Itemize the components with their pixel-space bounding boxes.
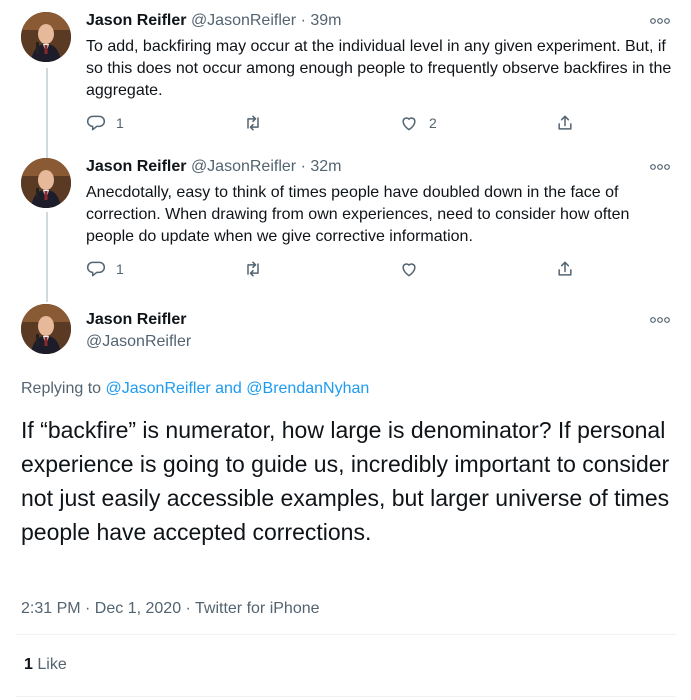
mention-link[interactable]: @BrendanNyhan xyxy=(246,380,369,397)
heart-icon xyxy=(402,117,416,131)
replying-to: Replying to @JasonReifler and @BrendanNy… xyxy=(21,380,369,398)
likes-label: Like xyxy=(37,656,67,673)
share-icon xyxy=(558,261,572,276)
thread-tweet-2[interactable]: Jason Reifler @JasonReifler · 32m Anecdo… xyxy=(0,158,691,288)
retweet-button[interactable] xyxy=(243,259,273,279)
tweet-actions: 1 2 xyxy=(86,113,586,135)
more-options-icon[interactable] xyxy=(650,163,670,171)
author-handle[interactable]: @JasonReifler xyxy=(191,12,296,29)
share-button[interactable] xyxy=(555,259,575,279)
more-options-icon[interactable] xyxy=(650,17,670,25)
reply-count: 1 xyxy=(116,261,124,277)
avatar-image xyxy=(21,158,71,208)
share-icon xyxy=(558,115,572,130)
avatar[interactable] xyxy=(21,304,71,354)
replying-and[interactable]: and xyxy=(215,380,242,397)
share-button[interactable] xyxy=(555,113,575,133)
reply-count: 1 xyxy=(116,115,124,131)
like-button[interactable]: 2 xyxy=(399,113,437,133)
tweet-time[interactable]: · 32m xyxy=(301,158,342,175)
reply-icon xyxy=(86,115,106,131)
author-name[interactable]: Jason Reifler xyxy=(86,311,186,329)
tweet-text: Anecdotally, easy to think of times peop… xyxy=(86,184,630,245)
mention-link[interactable]: @JasonReifler xyxy=(106,380,211,397)
divider xyxy=(16,696,676,697)
likes-summary[interactable]: 1 Like xyxy=(24,656,67,674)
like-button[interactable] xyxy=(399,259,429,279)
reply-button[interactable]: 1 xyxy=(86,113,124,133)
more-options-icon[interactable] xyxy=(650,316,670,324)
retweet-button[interactable] xyxy=(243,113,273,133)
tweet-header: Jason Reifler @JasonReifler · 39m xyxy=(86,12,341,30)
retweet-icon xyxy=(247,261,259,277)
avatar[interactable] xyxy=(21,12,71,62)
reply-button[interactable]: 1 xyxy=(86,259,124,279)
author-handle[interactable]: @JasonReifler xyxy=(191,158,296,175)
tweet-timestamp[interactable]: 2:31 PM · Dec 1, 2020 · Twitter for iPho… xyxy=(21,600,320,618)
author-name[interactable]: Jason Reifler xyxy=(86,12,186,29)
like-count: 2 xyxy=(429,115,437,131)
likes-count: 1 xyxy=(24,656,33,673)
tweet-header: Jason Reifler @JasonReifler · 32m xyxy=(86,158,341,176)
avatar-image xyxy=(21,12,71,62)
avatar[interactable] xyxy=(21,158,71,208)
tweet-time[interactable]: · 39m xyxy=(301,12,342,29)
main-tweet-text: If “backfire” is numerator, how large is… xyxy=(21,417,670,545)
retweet-icon xyxy=(247,115,259,131)
divider xyxy=(16,634,676,635)
replying-prefix: Replying to xyxy=(21,380,102,397)
author-handle[interactable]: @JasonReifler xyxy=(86,333,191,351)
main-tweet: Jason Reifler @JasonReifler Replying to … xyxy=(0,304,691,700)
heart-icon xyxy=(402,263,416,277)
thread-tweet-1[interactable]: Jason Reifler @JasonReifler · 39m To add… xyxy=(0,12,691,142)
avatar-image xyxy=(21,304,71,354)
tweet-actions: 1 xyxy=(86,259,586,281)
reply-icon xyxy=(86,261,106,277)
author-name[interactable]: Jason Reifler xyxy=(86,158,186,175)
tweet-text: To add, backfiring may occur at the indi… xyxy=(86,38,672,99)
